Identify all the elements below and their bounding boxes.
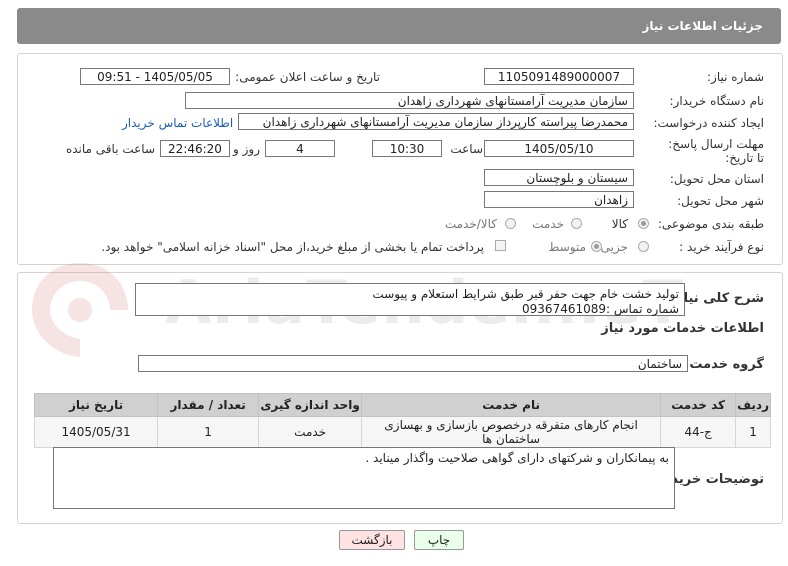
city-label: شهر محل تحویل: — [677, 194, 764, 208]
requester-label: ایجاد کننده درخواست: — [653, 116, 764, 130]
city-field: زاهدان — [484, 191, 634, 208]
announce-label: تاریخ و ساعت اعلان عمومی: — [235, 70, 380, 84]
category-option-goods-service: کالا/خدمت — [444, 217, 497, 231]
print-button[interactable]: چاپ — [414, 530, 464, 550]
province-field: سیستان و بلوچستان — [484, 169, 634, 186]
category-option-goods: کالا — [611, 217, 628, 231]
buyer-org-label: نام دستگاه خریدار: — [669, 94, 765, 108]
summary-line-1: تولید خشت خام جهت حفر قبر طبق شرایط استع… — [372, 287, 679, 301]
summary-field: تولید خشت خام جهت حفر قبر طبق شرایط استع… — [135, 283, 685, 316]
requester-field: محمدرضا پیراسته کارپرداز سازمان مدیریت آ… — [238, 113, 634, 130]
table-row: 1 ج-44 انجام کارهای متفرقه درخصوص بازساز… — [33, 416, 771, 448]
treasury-payment-note: پرداخت تمام یا بخشی از مبلغ خرید،از محل … — [101, 240, 484, 254]
services-table: ردیف کد خدمت نام خدمت واحد اندازه گیری ت… — [33, 393, 771, 448]
col-name: نام خدمت — [361, 393, 662, 417]
days-label: روز و — [233, 142, 260, 156]
services-table-header: ردیف کد خدمت نام خدمت واحد اندازه گیری ت… — [33, 393, 771, 417]
category-radio-goods[interactable] — [638, 218, 649, 229]
category-option-service: خدمت — [532, 217, 564, 231]
days-remaining-field: 4 — [265, 140, 335, 157]
header-bar: جزئیات اطلاعات نیاز — [17, 8, 781, 44]
cell-code: ج-44 — [660, 416, 737, 448]
buyer-contact-link[interactable]: اطلاعات تماس خریدار — [122, 116, 233, 130]
category-label: طبقه بندی موضوعی: — [657, 217, 764, 231]
buyer-org-field: سازمان مدیریت آرامستانهای شهرداری زاهدان — [185, 92, 634, 109]
province-label: استان محل تحویل: — [669, 172, 764, 186]
deadline-time-field: 10:30 — [372, 140, 442, 157]
services-section-title: اطلاعات خدمات مورد نیاز — [601, 321, 764, 336]
col-date: تاریخ نیاز — [33, 393, 159, 417]
service-group-label: گروه خدمت: — [684, 357, 764, 372]
summary-line-2: شماره تماس :09367461089 — [522, 302, 679, 316]
cell-name: انجام کارهای متفرقه درخصوص بازسازی و بهس… — [361, 416, 662, 448]
remaining-label: ساعت باقی مانده — [65, 142, 155, 156]
service-group-field: ساختمان — [138, 355, 688, 372]
page-title: جزئیات اطلاعات نیاز — [642, 19, 763, 33]
cell-unit: خدمت — [258, 416, 363, 448]
col-code: کد خدمت — [660, 393, 737, 417]
treasury-payment-checkbox[interactable] — [495, 240, 506, 251]
process-radio-medium[interactable] — [591, 241, 602, 252]
need-number-label: شماره نیاز: — [707, 70, 764, 84]
need-number-field: 1105091489000007 — [484, 68, 634, 85]
buyer-notes-field: به پیمانکاران و شرکتهای دارای گواهی صلاح… — [53, 447, 675, 509]
col-row: ردیف — [735, 393, 771, 417]
category-radio-service[interactable] — [571, 218, 582, 229]
col-unit: واحد اندازه گیری — [258, 393, 363, 417]
cell-date: 1405/05/31 — [33, 416, 159, 448]
cell-qty: 1 — [157, 416, 260, 448]
process-radio-minor[interactable] — [638, 241, 649, 252]
category-radio-goods-service[interactable] — [505, 218, 516, 229]
process-option-medium: متوسط — [548, 240, 586, 254]
remaining-time-field: 22:46:20 — [160, 140, 230, 157]
announce-field: 1405/05/05 - 09:51 — [80, 68, 230, 85]
watermark-logo-icon — [32, 263, 128, 357]
cell-row: 1 — [735, 416, 771, 448]
back-button[interactable]: بازگشت — [339, 530, 405, 550]
process-option-minor: جزیی — [600, 240, 628, 254]
col-qty: تعداد / مقدار — [157, 393, 260, 417]
deadline-time-label: ساعت — [450, 142, 483, 156]
deadline-label: مهلت ارسال پاسخ: تا تاریخ: — [668, 137, 764, 165]
process-label: نوع فرآیند خرید : — [679, 240, 764, 254]
deadline-date-field: 1405/05/10 — [484, 140, 634, 157]
